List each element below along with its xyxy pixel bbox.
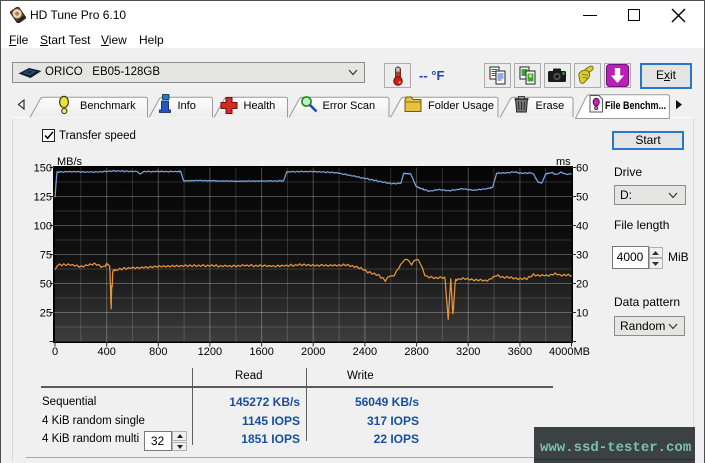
svg-text:400: 400	[98, 346, 116, 358]
svg-text:75: 75	[40, 250, 52, 262]
svg-text:3200: 3200	[456, 346, 480, 358]
svg-text:150: 150	[34, 163, 52, 175]
svg-text:60: 60	[576, 163, 588, 175]
svg-text:1200: 1200	[198, 346, 222, 358]
svg-text:3600: 3600	[508, 346, 532, 358]
svg-text:100: 100	[34, 221, 52, 233]
svg-text:ms: ms	[556, 156, 571, 168]
svg-text:2400: 2400	[353, 346, 377, 358]
svg-text:0: 0	[52, 346, 58, 358]
svg-text:2800: 2800	[404, 346, 428, 358]
svg-text:4000MB: 4000MB	[549, 346, 590, 358]
svg-text:40: 40	[576, 221, 588, 233]
svg-text:2000: 2000	[301, 346, 325, 358]
svg-text:800: 800	[149, 346, 167, 358]
svg-text:20: 20	[576, 279, 588, 291]
svg-text:MB/s: MB/s	[57, 156, 83, 168]
svg-text:30: 30	[576, 250, 588, 262]
svg-text:25: 25	[40, 308, 52, 320]
svg-text:50: 50	[40, 279, 52, 291]
svg-text:10: 10	[576, 308, 588, 320]
svg-text:125: 125	[34, 192, 52, 204]
svg-text:1600: 1600	[249, 346, 273, 358]
svg-text:50: 50	[576, 192, 588, 204]
